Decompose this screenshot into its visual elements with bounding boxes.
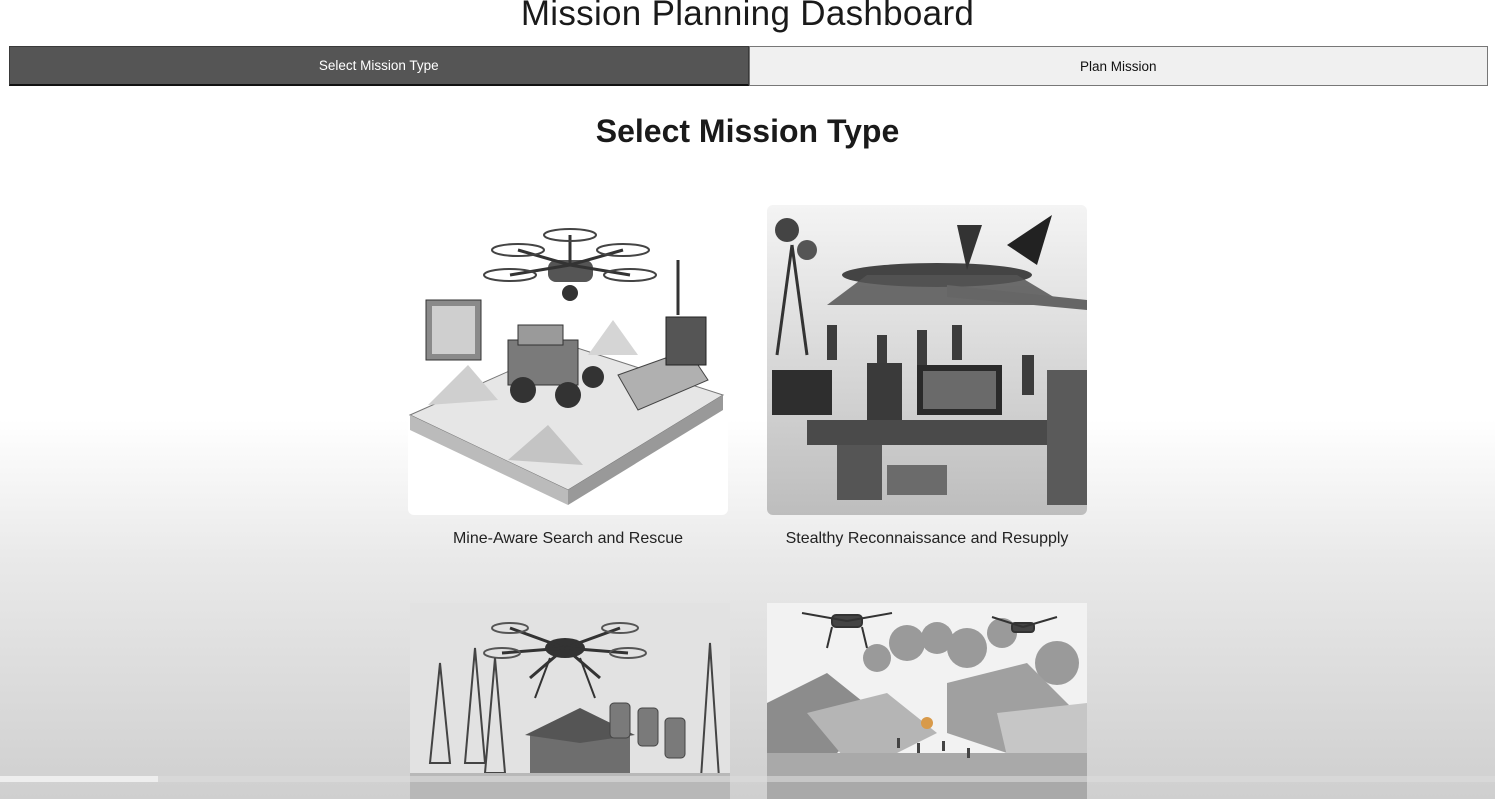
horizontal-scrollbar[interactable] xyxy=(0,776,1495,782)
mission-card-mine-aware-search-rescue[interactable]: Mine-Aware Search and Rescue xyxy=(408,205,728,547)
tab-bar: Select Mission Type Plan Mission xyxy=(9,46,1488,86)
mission-image-uav-command-post[interactable] xyxy=(767,205,1087,515)
mission-image-disaster-zone-drones[interactable] xyxy=(767,603,1087,799)
mission-card-3[interactable] xyxy=(410,603,730,799)
mission-image-drone-terrain[interactable] xyxy=(408,205,728,515)
mission-card-stealthy-recon-resupply[interactable]: Stealthy Reconnaissance and Resupply xyxy=(767,205,1087,547)
mission-caption: Stealthy Reconnaissance and Resupply xyxy=(785,530,1069,547)
section-heading: Select Mission Type xyxy=(595,113,900,149)
tab-select-mission-type[interactable]: Select Mission Type xyxy=(9,46,749,86)
scrollbar-thumb[interactable] xyxy=(0,776,158,782)
page-title: Mission Planning Dashboard xyxy=(520,0,975,33)
mission-image-hexacopter-towers[interactable] xyxy=(410,603,730,799)
mission-card-4[interactable] xyxy=(767,603,1087,799)
tab-plan-mission[interactable]: Plan Mission xyxy=(748,46,1488,86)
mission-caption: Mine-Aware Search and Rescue xyxy=(452,530,684,547)
